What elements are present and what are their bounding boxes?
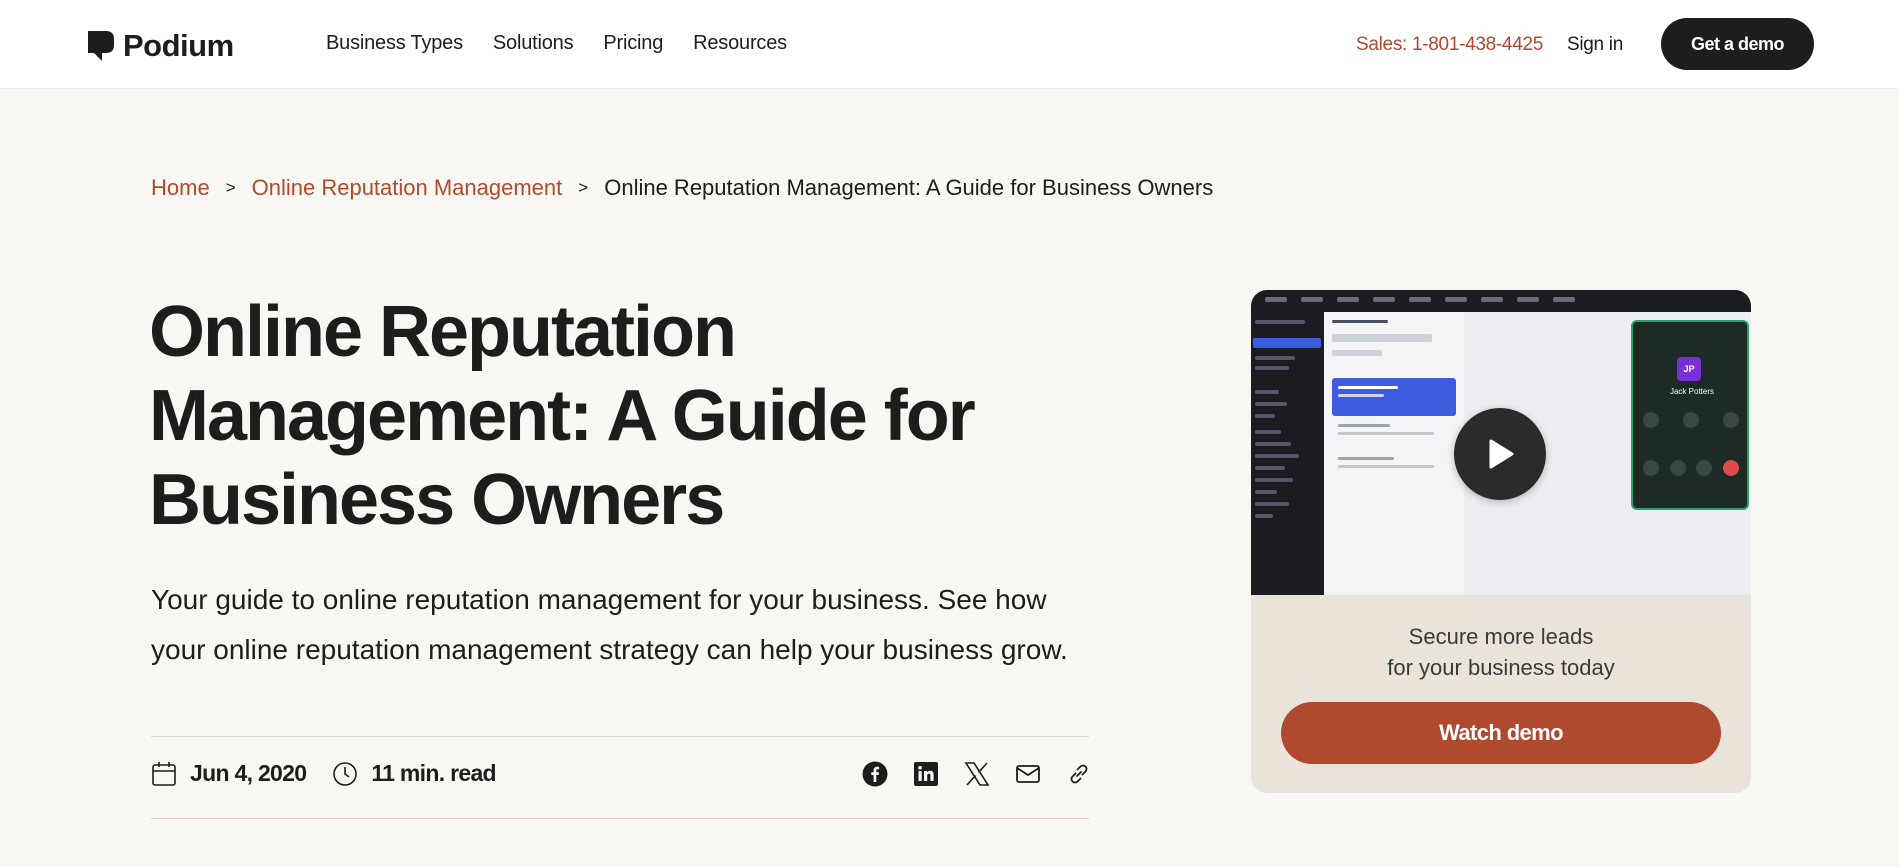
page-subtitle: Your guide to online reputation manageme… [151, 584, 1068, 665]
watch-demo-button[interactable]: Watch demo [1281, 702, 1721, 764]
main-nav: Business Types Solutions Pricing Resourc… [326, 32, 787, 55]
app-top-bar [1251, 290, 1751, 312]
play-icon [1489, 439, 1514, 469]
nav-business-types[interactable]: Business Types [326, 32, 463, 55]
get-demo-button[interactable]: Get a demo [1661, 18, 1814, 70]
nav-pricing[interactable]: Pricing [603, 32, 663, 55]
x-icon[interactable] [963, 760, 991, 788]
breadcrumb-category[interactable]: Online Reputation Management [252, 175, 563, 201]
site-header: Podium Business Types Solutions Pricing … [0, 0, 1899, 89]
breadcrumb: Home > Online Reputation Management > On… [151, 175, 1213, 201]
article-meta: Jun 4, 2020 11 min. read [151, 760, 522, 787]
read-time: 11 min. read [332, 760, 497, 787]
sales-phone-link[interactable]: Sales: 1-801-438-4425 [1356, 34, 1543, 56]
link-icon[interactable] [1065, 760, 1093, 788]
breadcrumb-home[interactable]: Home [151, 175, 210, 201]
breadcrumb-current: Online Reputation Management: A Guide fo… [604, 175, 1214, 200]
card-caption: Secure more leads for your business toda… [1251, 621, 1751, 683]
publish-date: Jun 4, 2020 [151, 760, 307, 787]
active-call-panel: JP Jack Potters [1631, 320, 1749, 510]
divider [151, 818, 1089, 819]
calendar-icon [152, 761, 176, 786]
card-caption-line-2: for your business today [1387, 655, 1615, 680]
divider [151, 736, 1089, 737]
demo-card: JP Jack Potters Secure more leads for yo… [1251, 290, 1751, 793]
page-title: Online Reputation Management: A Guide fo… [149, 292, 976, 540]
app-conversation-list [1324, 312, 1464, 595]
linkedin-icon[interactable] [912, 760, 940, 788]
demo-video-thumbnail[interactable]: JP Jack Potters [1251, 290, 1751, 595]
app-sidebar [1251, 312, 1324, 595]
breadcrumb-separator: > [578, 178, 589, 197]
nav-resources[interactable]: Resources [693, 32, 787, 55]
share-bar [861, 760, 1093, 788]
podium-logo-icon [88, 31, 114, 61]
sign-in-link[interactable]: Sign in [1567, 34, 1623, 56]
card-caption-line-1: Secure more leads [1408, 624, 1594, 649]
publish-date-text: Jun 4, 2020 [190, 760, 307, 786]
email-icon[interactable] [1014, 760, 1042, 788]
read-time-text: 11 min. read [371, 760, 496, 786]
podium-logo[interactable]: Podium [88, 28, 234, 64]
nav-solutions[interactable]: Solutions [493, 32, 574, 55]
logo-text: Podium [123, 28, 234, 63]
caller-avatar: JP [1677, 357, 1701, 381]
facebook-icon[interactable] [861, 760, 889, 788]
caller-name: Jack Potters [1669, 387, 1714, 396]
clock-icon [333, 761, 358, 786]
play-video-button[interactable] [1454, 408, 1546, 500]
breadcrumb-separator: > [225, 178, 236, 197]
